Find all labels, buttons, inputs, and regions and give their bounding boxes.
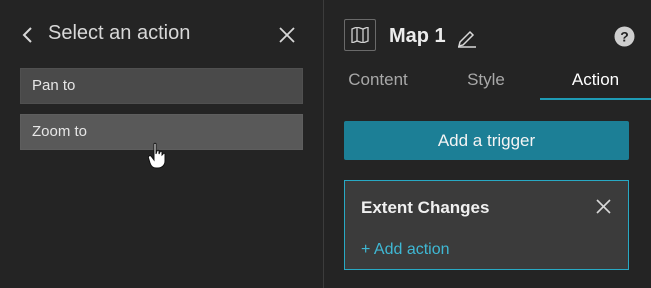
action-item-pan-to[interactable]: Pan to xyxy=(20,68,303,104)
help-icon[interactable]: ? xyxy=(614,26,635,47)
close-icon[interactable] xyxy=(278,26,296,44)
widget-settings-panel: Map 1 ? Content Style Action Add a trigg… xyxy=(324,0,651,288)
close-icon[interactable] xyxy=(596,199,611,214)
map-icon xyxy=(344,19,376,51)
settings-tabs: Content Style Action xyxy=(324,64,651,100)
action-selector-panel: Select an action Pan to Zoom to xyxy=(0,0,323,288)
widget-title: Map 1 xyxy=(389,25,446,47)
hand-cursor-icon xyxy=(147,142,168,170)
add-trigger-button[interactable]: Add a trigger xyxy=(344,121,629,160)
pencil-icon[interactable] xyxy=(456,26,478,48)
tab-content[interactable]: Content xyxy=(324,64,432,100)
svg-text:?: ? xyxy=(620,29,629,45)
tab-action[interactable]: Action xyxy=(540,64,651,100)
panel-title: Select an action xyxy=(48,22,191,44)
tab-style[interactable]: Style xyxy=(432,64,540,100)
add-action-link[interactable]: + Add action xyxy=(361,241,450,259)
trigger-title: Extent Changes xyxy=(361,198,490,217)
chevron-left-icon[interactable] xyxy=(20,26,36,44)
trigger-card: Extent Changes + Add action xyxy=(344,180,629,270)
